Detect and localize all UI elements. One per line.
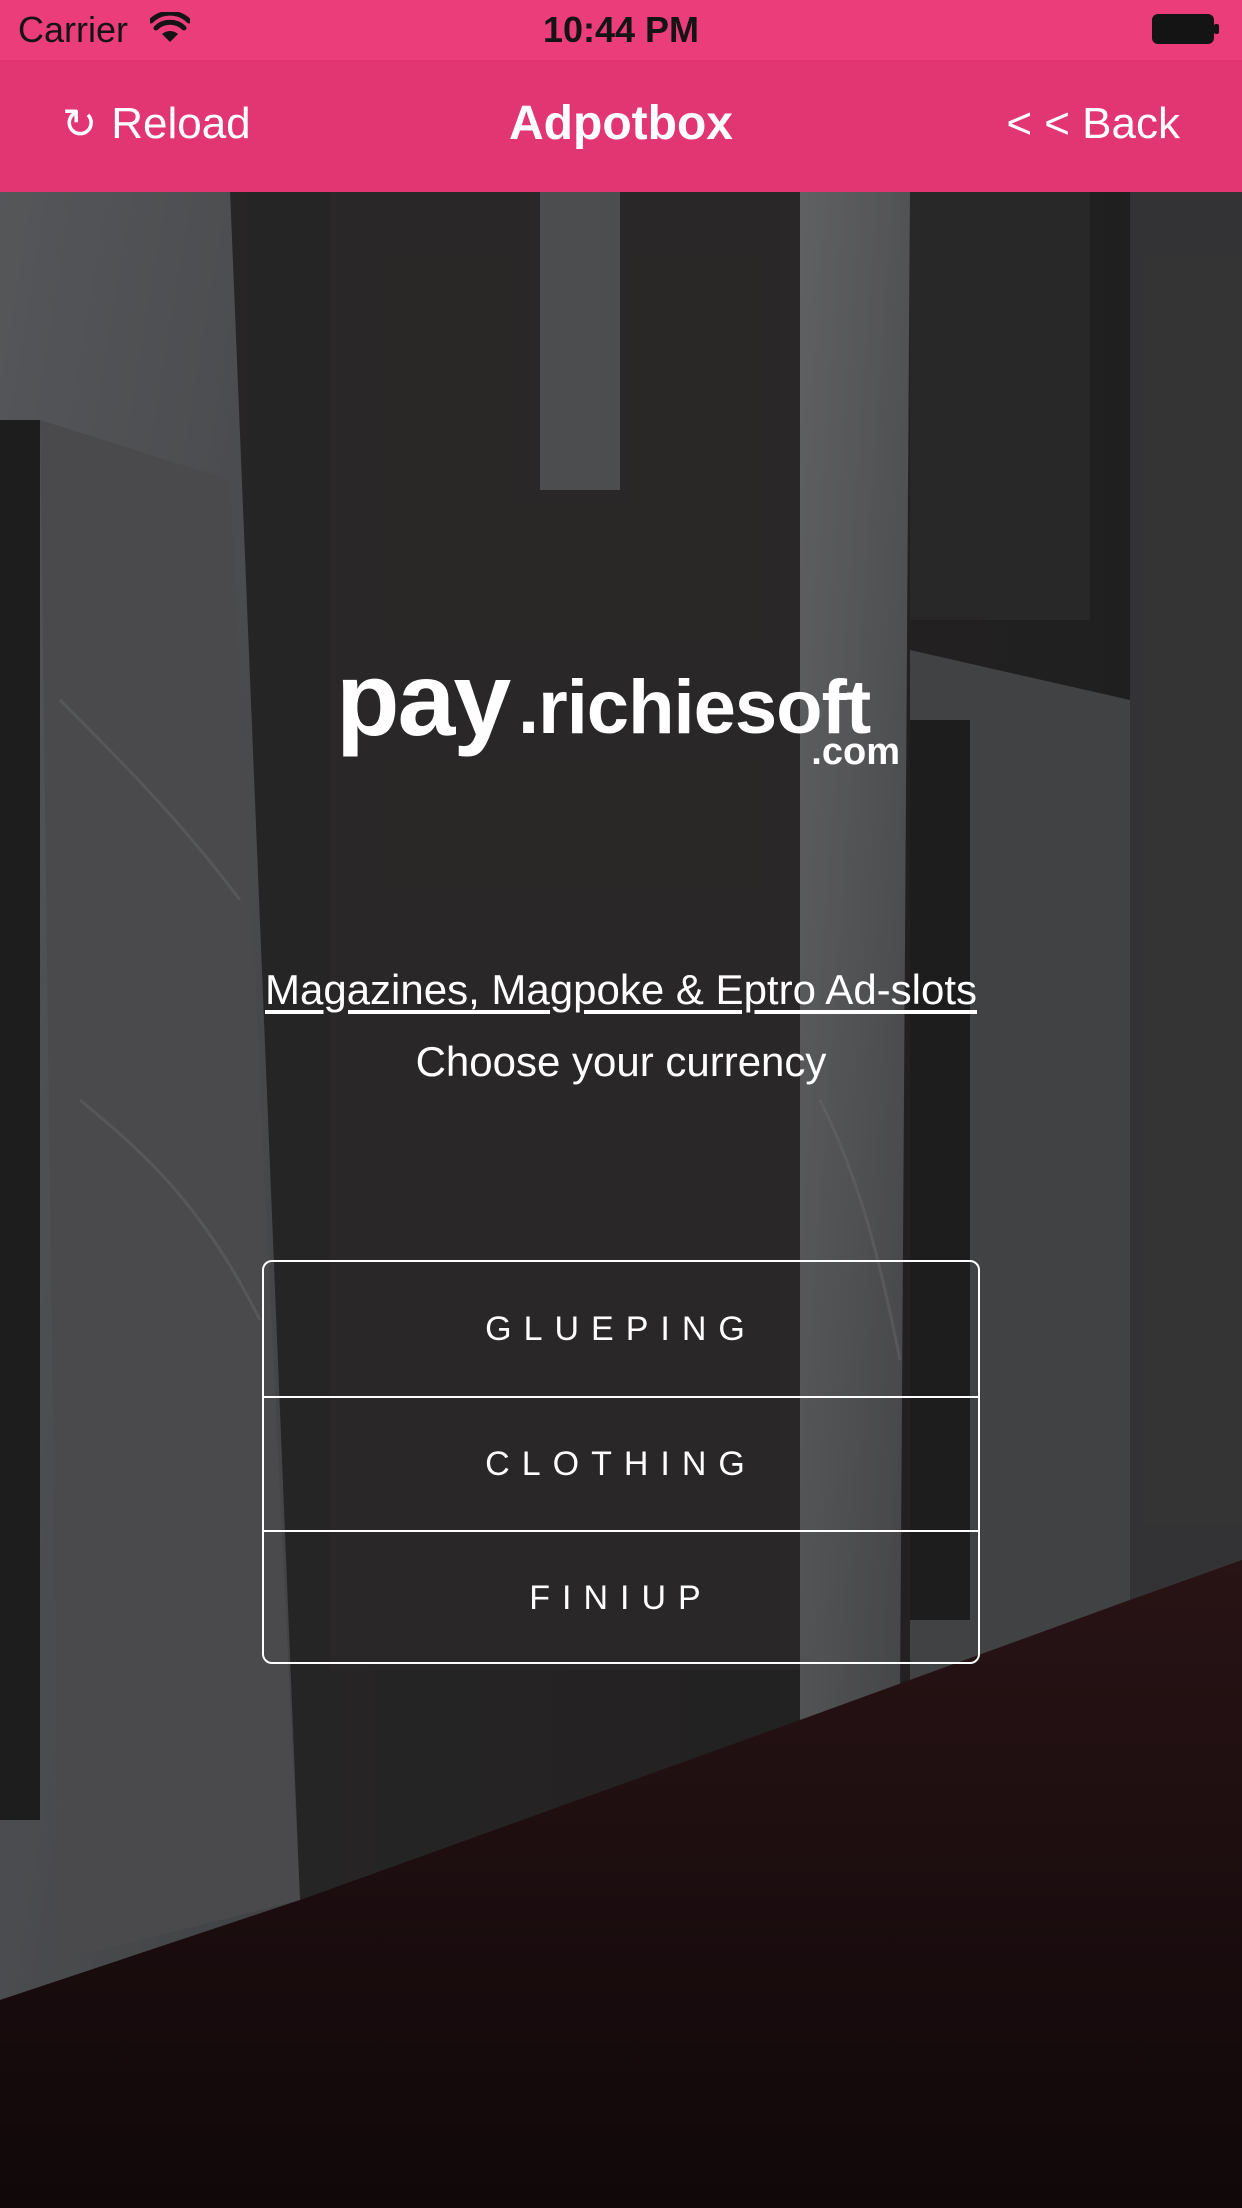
ad-slots-link[interactable]: Magazines, Magpoke & Eptro Ad-slots: [0, 962, 1242, 1018]
currency-options-list: GLUEPING CLOTHING FINIUP: [262, 1260, 980, 1664]
option-clothing[interactable]: CLOTHING: [264, 1396, 978, 1530]
currency-prompt: Choose your currency: [415, 1038, 827, 1085]
battery-icon: [1152, 14, 1219, 44]
status-time: 10:44 PM: [542, 9, 700, 50]
brand-logo: pay .richiesoft .com: [336, 640, 916, 780]
option-glueping[interactable]: GLUEPING: [264, 1262, 978, 1396]
logo-tld-text: .com: [811, 731, 900, 773]
navigation-bar: ↻ Reload Adpotbox < < Back: [0, 60, 1242, 192]
option-finiup[interactable]: FINIUP: [264, 1530, 978, 1662]
logo-pay-text: pay: [336, 642, 511, 758]
status-bar: Carrier 10:44 PM: [0, 0, 1242, 60]
app-screen: Carrier 10:44 PM ↻ Reload Adpotbox < < B…: [0, 0, 1242, 2208]
background-dim-overlay: [0, 0, 1242, 2208]
back-button[interactable]: < < Back: [1006, 96, 1180, 152]
